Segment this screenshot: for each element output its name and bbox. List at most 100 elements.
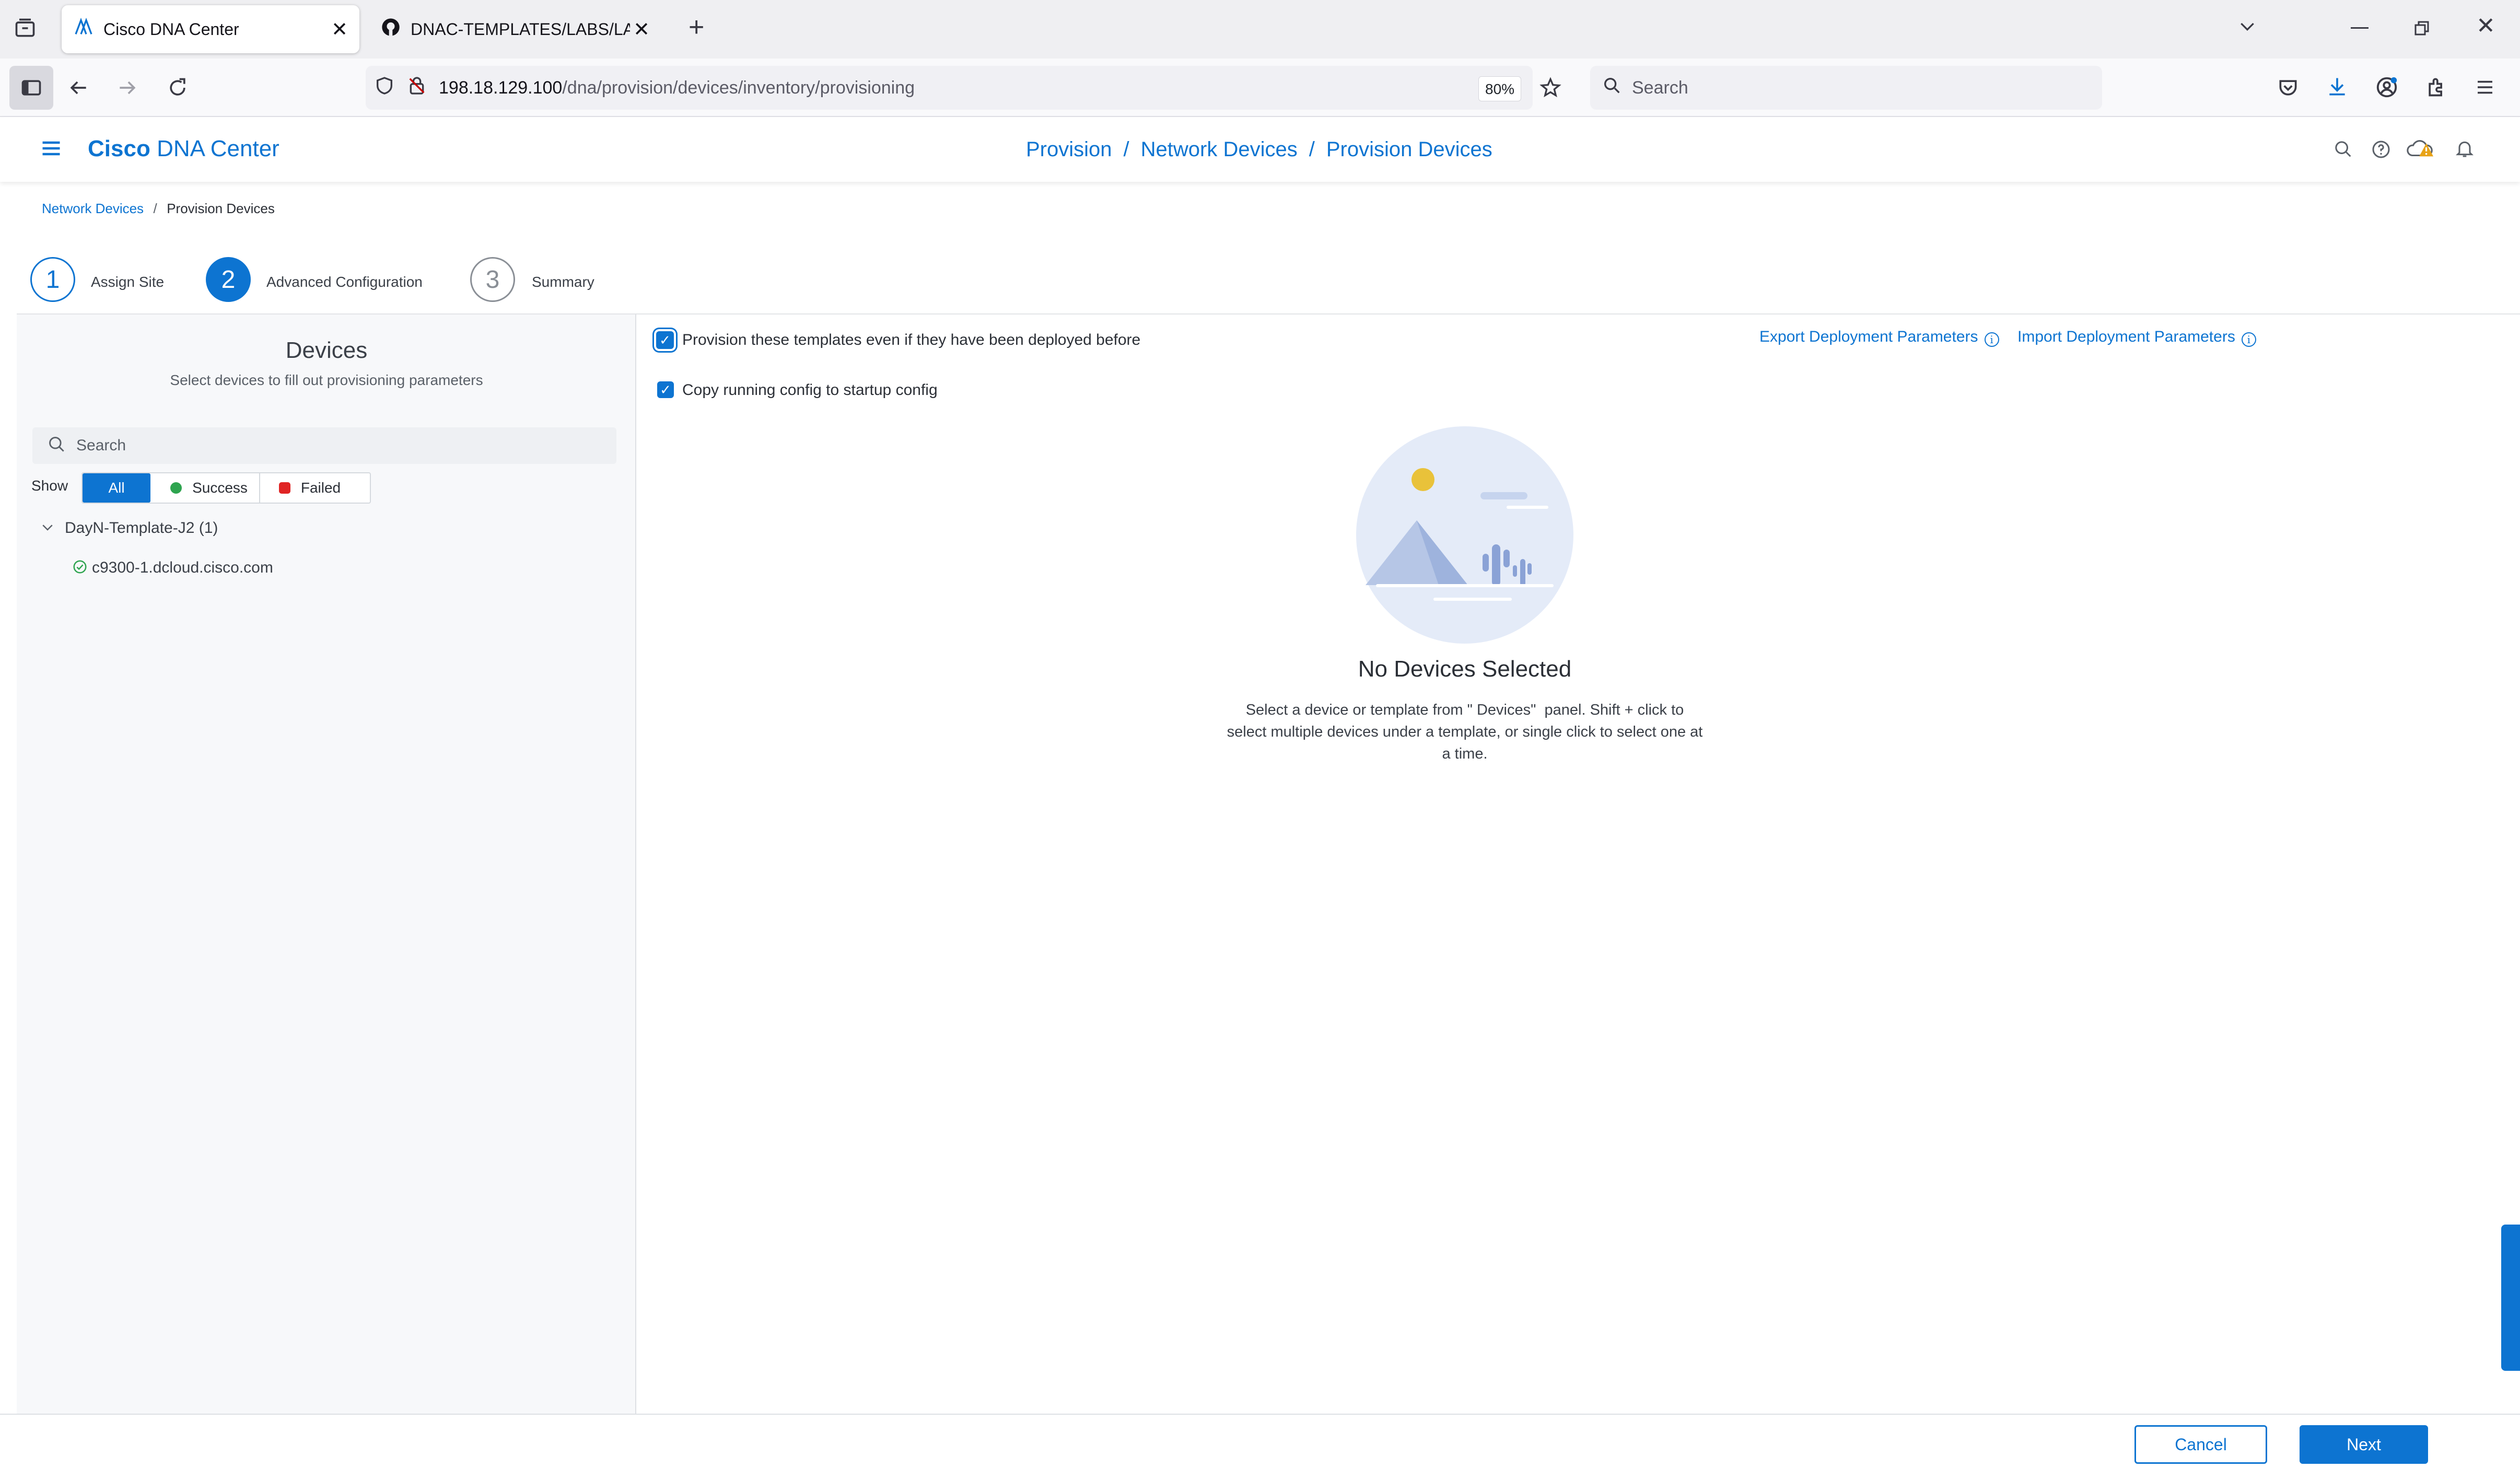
next-button[interactable]: Next [2300,1425,2428,1464]
back-icon[interactable] [67,76,90,102]
step-1-label[interactable]: Assign Site [91,274,164,290]
tab-list-icon[interactable] [14,17,37,42]
url-path: /dna/provision/devices/inventory/provisi… [562,77,915,98]
filter-failed-button[interactable]: Failed [259,473,359,503]
extensions-icon[interactable] [2425,75,2448,101]
empty-state-illustration-icon [1356,426,1573,644]
forward-icon[interactable] [116,76,139,102]
step-3-label[interactable]: Summary [532,274,594,290]
advanced-configuration-area: ✓ Provision these templates even if they… [636,313,2520,1416]
step-2-circle[interactable]: 2 [206,257,251,302]
help-icon[interactable] [2371,139,2391,162]
export-deployment-link[interactable]: Export Deployment Parameters [1759,328,1978,345]
device-search-input[interactable]: Search [32,427,616,464]
app-header: Cisco DNA Center Provision / Network Dev… [0,117,2520,182]
cloud-warning-icon[interactable] [2406,137,2434,162]
wizard-footer: Cancel Next [0,1414,2520,1468]
export-deployment-parameters[interactable]: Export Deployment Parameters i [1759,328,1999,347]
close-tab-icon[interactable]: ✕ [633,18,650,41]
success-check-icon [72,559,88,577]
tab-label: DNAC-TEMPLATES/LABS/LAB-3 [411,19,630,39]
failed-status-icon [278,482,290,494]
empty-state-message-line: Select a device or template from " Devic… [1245,702,1684,718]
status-filter-group: All Success Failed [81,472,371,504]
import-deployment-parameters[interactable]: Import Deployment Parameters i [2017,328,2256,347]
reload-icon[interactable] [166,76,189,102]
chevron-down-icon[interactable] [40,519,55,538]
cisco-dna-favicon-icon [73,17,94,42]
lock-warning-icon[interactable] [406,75,427,101]
devices-panel: Devices Select devices to fill out provi… [17,313,636,1416]
empty-state-message-line: a time. [1442,745,1488,762]
tree-device-row[interactable]: c9300-1.dcloud.cisco.com [72,555,273,581]
filter-all-button[interactable]: All [83,473,150,503]
filter-success-button[interactable]: Success [159,473,259,503]
cancel-button[interactable]: Cancel [2134,1425,2267,1464]
close-tab-icon[interactable]: ✕ [331,18,348,41]
tree-group-label: DayN-Template-J2 (1) [65,519,218,537]
minimize-window-icon[interactable] [2351,27,2369,29]
empty-state-title: No Devices Selected [1358,656,1572,682]
devices-panel-title: Devices [285,337,368,363]
tab-label: Cisco DNA Center [103,19,239,39]
header-breadcrumb: Provision / Network Devices / Provision … [1026,134,1492,165]
show-filter-label: Show [31,477,68,494]
browser-search-placeholder: Search [1632,77,1688,98]
account-icon[interactable] [2375,75,2399,102]
step-2-label[interactable]: Advanced Configuration [266,274,423,290]
crumb-separator: / [1309,137,1315,161]
step-1-circle[interactable]: 1 [30,257,75,302]
info-icon[interactable]: i [2241,332,2256,347]
url-host: 198.18.129.100 [439,77,563,98]
url-bar[interactable]: 198.18.129.100 /dna/provision/devices/in… [366,66,1533,110]
zoom-level-badge[interactable]: 80% [1478,76,1522,101]
header-crumb-provision-devices[interactable]: Provision Devices [1326,138,1492,161]
filter-failed-label: Failed [300,480,341,496]
restore-window-icon[interactable] [2412,19,2431,40]
empty-state-message: Select a device or template from " Devic… [1177,699,1752,765]
list-all-tabs-icon[interactable] [2237,16,2258,39]
shield-icon[interactable] [374,75,395,101]
search-icon [47,435,67,457]
brand-rest: DNA Center [157,136,279,161]
browser-nav-bar: 198.18.129.100 /dna/provision/devices/in… [0,59,2520,117]
crumb-separator: / [153,201,157,216]
provision-redeploy-label[interactable]: Provision these templates even if they h… [682,331,1140,349]
breadcrumb-current: Provision Devices [167,201,275,216]
step-3-circle[interactable]: 3 [470,257,515,302]
page-breadcrumb: Network Devices / Provision Devices [42,201,275,217]
devices-panel-subtitle: Select devices to fill out provisioning … [170,372,483,388]
header-crumb-provision[interactable]: Provision [1026,138,1112,161]
hamburger-menu-icon[interactable] [40,137,63,162]
browser-search-input[interactable]: Search [1590,66,2102,110]
breadcrumb-network-devices-link[interactable]: Network Devices [42,201,144,216]
notifications-bell-icon[interactable] [2454,138,2475,161]
info-icon[interactable]: i [1984,332,1999,347]
tree-device-label: c9300-1.dcloud.cisco.com [92,559,273,576]
copy-running-config-label[interactable]: Copy running config to startup config [682,381,938,399]
github-favicon-icon [380,17,401,42]
tab-cisco-dna-center[interactable]: Cisco DNA Center ✕ [62,5,359,53]
success-status-icon [170,482,182,494]
app-menu-icon[interactable] [2474,76,2496,101]
brand-bold: Cisco [88,136,150,161]
new-tab-icon[interactable]: + [689,11,704,43]
feedback-side-tab[interactable] [2501,1225,2520,1371]
tab-github[interactable]: DNAC-TEMPLATES/LABS/LAB-3 ✕ [369,5,661,53]
app-brand[interactable]: Cisco DNA Center [88,136,279,162]
pocket-icon[interactable] [2277,76,2300,102]
import-deployment-link[interactable]: Import Deployment Parameters [2017,328,2235,345]
browser-tab-bar: Cisco DNA Center ✕ DNAC-TEMPLATES/LABS/L… [0,0,2520,59]
downloads-icon[interactable] [2326,75,2349,101]
copy-running-config-checkbox[interactable]: ✓ [657,381,674,398]
bookmark-star-icon[interactable] [1539,76,1562,102]
empty-state-message-line: select multiple devices under a template… [1227,724,1703,740]
header-crumb-network-devices[interactable]: Network Devices [1141,138,1298,161]
filter-success-label: Success [192,480,248,496]
global-search-icon[interactable] [2333,139,2354,162]
tree-group-row[interactable]: DayN-Template-J2 (1) [40,515,218,541]
sidebar-toggle-icon[interactable] [9,66,53,110]
crumb-separator: / [1123,137,1129,161]
provision-redeploy-checkbox[interactable]: ✓ [656,331,674,349]
close-window-icon[interactable]: ✕ [2476,13,2495,39]
